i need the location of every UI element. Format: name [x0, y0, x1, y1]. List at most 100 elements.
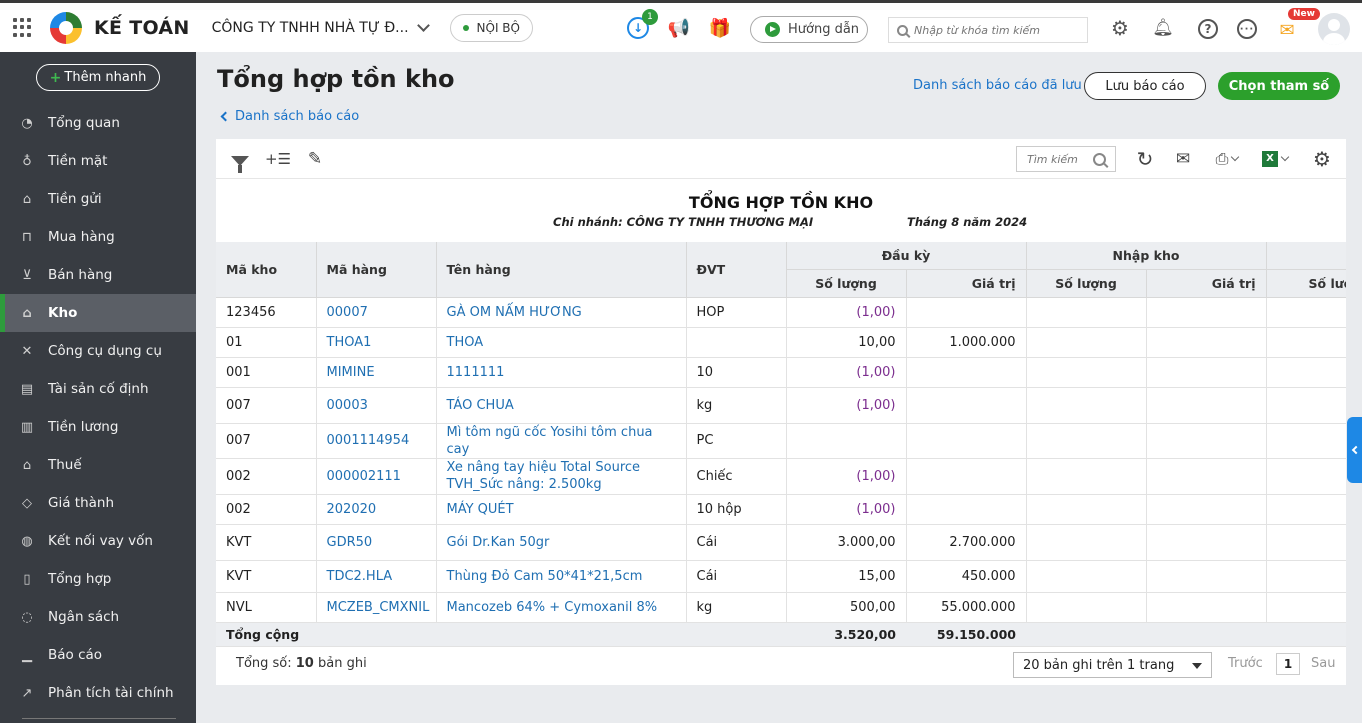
report-title: TỔNG HỢP TỒN KHO — [688, 193, 874, 212]
table-row[interactable]: KVT GDR50 Gói Dr.Kan 50gr Cái 3.000,00 2.700.… — [216, 524, 1346, 561]
page-size-select[interactable]: 20 bản ghi trên 1 trang — [1013, 652, 1212, 678]
cell-item-name-link[interactable]: Xe nâng tay hiệu Total Source TVH_Sức nâ… — [436, 458, 687, 495]
sidebar-item-5[interactable]: ⌂ Kho — [0, 294, 196, 332]
table-row[interactable]: 123456 00007 GÀ OM NẤM HƯƠNG HOP (1,00) — [216, 297, 1346, 328]
col-header-unit[interactable]: ĐVT — [686, 242, 787, 298]
cell-item-code-link[interactable]: 202020 — [316, 494, 437, 525]
cell-item-name-link[interactable]: Gói Dr.Kan 50gr — [436, 524, 687, 561]
current-page[interactable]: 1 — [1276, 653, 1300, 675]
play-icon — [765, 22, 780, 37]
sidebar-item-2[interactable]: ⌂ Tiền gửi — [0, 180, 196, 218]
sidebar-item-1[interactable]: ♁ Tiền mặt — [0, 142, 196, 180]
bell-icon[interactable]: 🔔︎ — [1150, 15, 1176, 41]
cell-item-code-link[interactable]: GDR50 — [316, 524, 437, 561]
excel-icon[interactable]: X — [1257, 147, 1293, 171]
cell-item-name-link[interactable]: GÀ OM NẤM HƯƠNG — [436, 297, 687, 328]
sidebar-item-9[interactable]: ⌂ Thuế — [0, 446, 196, 484]
filter-icon[interactable] — [228, 149, 252, 173]
sidebar-item-10[interactable]: ◇ Giá thành — [0, 484, 196, 522]
col-header-warehouse-code[interactable]: Mã kho — [216, 242, 317, 298]
col-header-receipt-qty[interactable]: Số lượng — [1026, 269, 1147, 298]
apps-grid-icon[interactable] — [13, 17, 33, 38]
save-report-button[interactable]: Lưu báo cáo — [1084, 72, 1206, 100]
cell-item-name-link[interactable]: TÁO CHUA — [436, 387, 687, 424]
col-header-opening-value[interactable]: Giá trị — [906, 269, 1027, 298]
global-search[interactable] — [888, 17, 1088, 43]
cell-item-code-link[interactable]: TDC2.HLA — [316, 560, 437, 593]
back-to-report-list-link[interactable]: Danh sách báo cáo — [220, 109, 359, 124]
sidebar-item-7[interactable]: ▤ Tài sản cố định — [0, 370, 196, 408]
help-guide-button[interactable]: Hướng dẫn — [750, 16, 868, 43]
cell-item-code-link[interactable]: 00007 — [316, 297, 437, 328]
cell-warehouse-code: KVT — [216, 560, 317, 593]
cell-item-name-link[interactable]: Mancozeb 64% + Cymoxanil 8% — [436, 592, 687, 623]
sidebar-item-4[interactable]: ⊻ Bán hàng — [0, 256, 196, 294]
table-row[interactable]: 01 THOA1 THOA 10,00 1.000.000 — [216, 327, 1346, 358]
collapse-side-panel-tab[interactable] — [1347, 417, 1362, 483]
cell-item-name-link[interactable]: THOA — [436, 327, 687, 358]
sidebar-item-0[interactable]: ◔ Tổng quan — [0, 104, 196, 142]
next-page-button[interactable]: Sau — [1311, 656, 1335, 671]
sidebar-item-3[interactable]: ⊓ Mua hàng — [0, 218, 196, 256]
cell-item-code-link[interactable]: 00003 — [316, 387, 437, 424]
saved-reports-link[interactable]: Danh sách báo cáo đã lưu — [913, 78, 1082, 93]
help-icon[interactable]: ? — [1198, 19, 1218, 39]
cell-item-code-link[interactable]: THOA1 — [316, 327, 437, 358]
cell-item-name-link[interactable]: Thùng Đỏ Cam 50*41*21,5cm — [436, 560, 687, 593]
download-button[interactable]: ↓ 1 — [625, 9, 658, 41]
summary-doc-icon: ▯ — [23, 571, 31, 587]
sidebar-item-11[interactable]: ◍ Kết nối vay vốn — [0, 522, 196, 560]
edit-icon[interactable]: ✎ — [303, 147, 327, 171]
mail-new-icon[interactable]: ✉ — [1274, 17, 1300, 43]
sidebar-item-6[interactable]: ✕ Công cụ dụng cụ — [0, 332, 196, 370]
refresh-icon[interactable]: ↻ — [1133, 147, 1157, 171]
global-search-input[interactable] — [914, 23, 1079, 37]
company-selector[interactable]: CÔNG TY TNHH NHÀ TỰ Đ... — [212, 20, 409, 36]
quick-add-button[interactable]: + Thêm nhanh — [36, 64, 160, 91]
col-header-next-qty[interactable]: Số lượ — [1266, 269, 1346, 298]
cell-item-name-link[interactable]: 1111111 — [436, 357, 687, 388]
table-row[interactable]: KVT TDC2.HLA Thùng Đỏ Cam 50*41*21,5cm Cái 1… — [216, 560, 1346, 593]
table-row[interactable]: 007 00003 TÁO CHUA kg (1,00) — [216, 387, 1346, 424]
sidebar-item-13[interactable]: ◌ Ngân sách — [0, 598, 196, 636]
grid-search-input[interactable] — [1027, 152, 1093, 166]
chevron-down-icon[interactable] — [416, 18, 430, 32]
cell-item-code-link[interactable]: MCZEB_CMXNIL — [316, 592, 437, 623]
cell-item-code-link[interactable]: 000002111 — [316, 458, 437, 495]
scope-pill[interactable]: NỘI BỘ — [449, 13, 533, 42]
sidebar-item-8[interactable]: ▥ Tiền lương — [0, 408, 196, 446]
cell-item-name-link[interactable]: MÁY QUÉT — [436, 494, 687, 525]
megaphone-icon[interactable]: 📢 — [666, 15, 692, 41]
price-tag-icon: ◇ — [22, 495, 32, 511]
add-column-icon[interactable]: +☰ — [265, 147, 291, 171]
table-row[interactable]: 001 MIMINE 1111111 10 (1,00) — [216, 357, 1346, 388]
app-logo[interactable] — [50, 11, 82, 44]
col-header-receipt-value[interactable]: Giá trị — [1146, 269, 1267, 298]
cell-item-name-link[interactable]: Mì tôm ngũ cốc Yosihi tôm chua cay — [436, 423, 687, 459]
email-icon[interactable]: ✉ — [1171, 147, 1195, 171]
col-header-opening-qty[interactable]: Số lượng — [786, 269, 907, 298]
cell-receipt-qty — [1026, 297, 1147, 328]
prev-page-button[interactable]: Trước — [1228, 656, 1263, 671]
cell-opening-qty: (1,00) — [786, 458, 907, 495]
sidebar-item-14[interactable]: ▁ Báo cáo — [0, 636, 196, 674]
table-row[interactable]: 002 000002111 Xe nâng tay hiệu Total Sourc… — [216, 458, 1346, 495]
cell-opening-value: 1.000.000 — [906, 327, 1027, 358]
print-icon[interactable]: ⎙ — [1210, 147, 1244, 171]
table-row[interactable]: 007 0001114954 Mì tôm ngũ cốc Yosihi tôm c… — [216, 423, 1346, 459]
cell-item-code-link[interactable]: MIMINE — [316, 357, 437, 388]
cell-item-code-link[interactable]: 0001114954 — [316, 423, 437, 459]
sidebar-item-12[interactable]: ▯ Tổng hợp — [0, 560, 196, 598]
sidebar-item-15[interactable]: ↗ Phân tích tài chính — [0, 674, 196, 712]
table-row[interactable]: 002 202020 MÁY QUÉT 10 hộp (1,00) — [216, 494, 1346, 525]
settings-icon[interactable]: ⚙ — [1107, 15, 1133, 41]
chat-icon[interactable]: ··· — [1237, 19, 1257, 39]
avatar[interactable] — [1318, 13, 1350, 45]
select-params-button[interactable]: Chọn tham số — [1218, 72, 1340, 100]
col-header-item-code[interactable]: Mã hàng — [316, 242, 437, 298]
grid-search[interactable] — [1016, 146, 1116, 172]
gift-icon[interactable]: 🎁 — [707, 15, 733, 41]
grid-settings-icon[interactable]: ⚙ — [1310, 147, 1334, 171]
table-row[interactable]: NVL MCZEB_CMXNIL Mancozeb 64% + Cymoxanil … — [216, 592, 1346, 623]
col-header-item-name[interactable]: Tên hàng — [436, 242, 687, 298]
